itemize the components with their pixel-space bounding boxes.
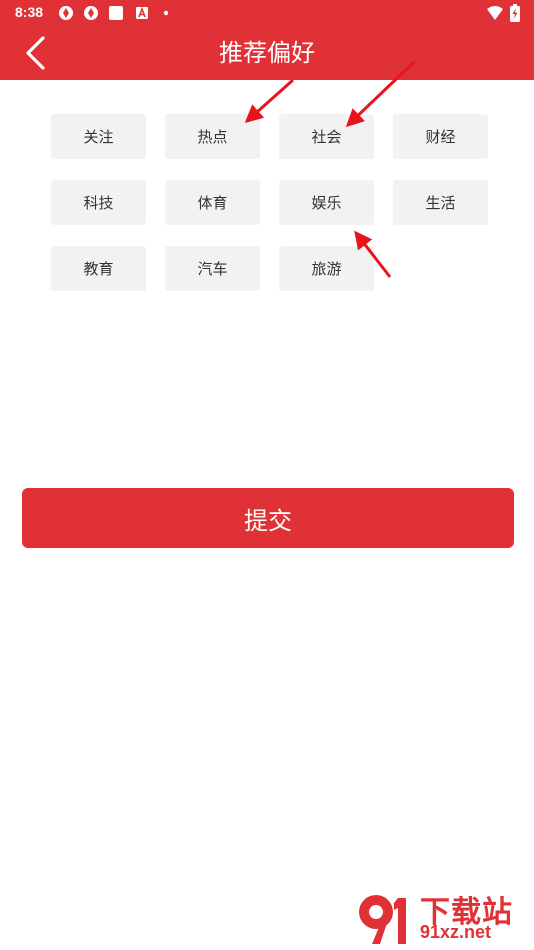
status-time: 8:38 bbox=[15, 4, 44, 20]
submit-button[interactable]: 提交 bbox=[22, 488, 514, 548]
page-title: 推荐偏好 bbox=[219, 39, 315, 67]
tag-finance[interactable]: 财经 bbox=[393, 114, 488, 159]
tag-hot[interactable]: 热点 bbox=[165, 114, 260, 159]
app-notification-icon bbox=[84, 6, 98, 20]
watermark: 下载站 91xz.net bbox=[354, 886, 530, 948]
tag-education[interactable]: 教育 bbox=[51, 246, 146, 291]
tag-auto[interactable]: 汽车 bbox=[165, 246, 260, 291]
battery-charging-icon bbox=[510, 4, 520, 22]
tag-entertainment[interactable]: 娱乐 bbox=[279, 180, 374, 225]
wifi-icon bbox=[487, 6, 503, 20]
app-notification-icon bbox=[59, 6, 73, 20]
dot-icon bbox=[163, 10, 169, 16]
tag-sports[interactable]: 体育 bbox=[165, 180, 260, 225]
a-notification-icon bbox=[136, 6, 148, 19]
tag-travel[interactable]: 旅游 bbox=[279, 246, 374, 291]
tag-life[interactable]: 生活 bbox=[393, 180, 488, 225]
watermark-url: 91xz.net bbox=[420, 922, 492, 942]
header-bar: 推荐偏好 bbox=[0, 26, 534, 80]
status-right-icons bbox=[486, 4, 520, 22]
square-notification-icon bbox=[109, 6, 123, 20]
preference-tag-grid: 关注 热点 社会 财经 科技 体育 娱乐 生活 教育 汽车 旅游 bbox=[51, 114, 491, 291]
tag-technology[interactable]: 科技 bbox=[51, 180, 146, 225]
tag-society[interactable]: 社会 bbox=[279, 114, 374, 159]
watermark-logo-icon bbox=[359, 895, 406, 944]
status-bar: 8:38 bbox=[0, 0, 534, 26]
tag-follow[interactable]: 关注 bbox=[51, 114, 146, 159]
